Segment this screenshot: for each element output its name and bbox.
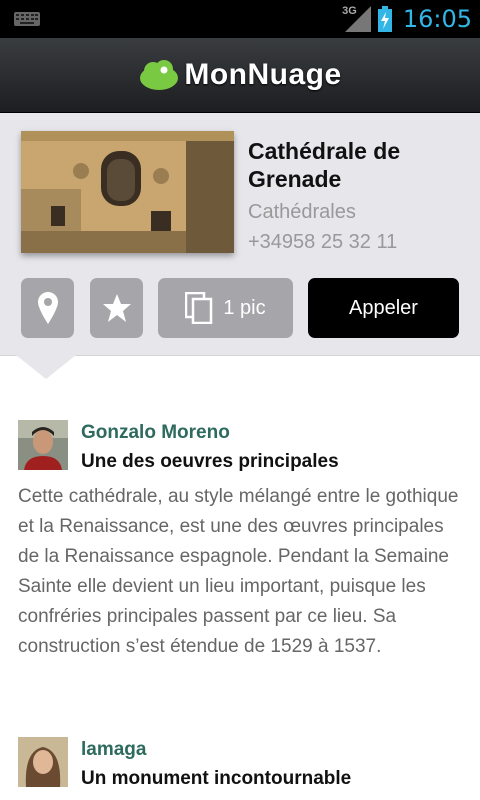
avatar[interactable] [18, 737, 68, 787]
app-header: MonNuage [0, 38, 480, 113]
review-title: Une des oeuvres principales [81, 451, 339, 472]
star-icon [102, 294, 131, 322]
user-avatar-image [18, 737, 68, 787]
place-category: Cathédrales [248, 201, 356, 223]
app-logo[interactable]: MonNuage [138, 58, 341, 92]
review-title: Un monument incontournable [81, 768, 352, 789]
favorite-button[interactable] [90, 278, 143, 338]
call-button[interactable]: Appeler [308, 278, 459, 338]
review-item: lamaga Un monument incontournable [18, 737, 462, 800]
map-button[interactable] [21, 278, 74, 338]
copy-images-icon [185, 292, 213, 324]
place-phone: +34958 25 32 11 [248, 231, 398, 253]
pictures-count: 1 pic [223, 296, 266, 319]
place-photo[interactable] [21, 131, 234, 253]
keyboard-icon [14, 12, 40, 26]
review-author[interactable]: Gonzalo Moreno [81, 422, 230, 444]
location-pin-icon [37, 292, 58, 324]
battery-charging-icon [377, 6, 392, 32]
cloud-logo-icon [140, 60, 179, 90]
app-name: MonNuage [184, 58, 342, 91]
status-bar: 3G 16:05 [0, 0, 480, 38]
user-avatar-image [18, 420, 68, 470]
avatar[interactable] [18, 420, 68, 470]
place-name: Cathédrale de Grenade [248, 138, 401, 192]
card-pointer [16, 355, 76, 379]
place-card: Cathédrale de Grenade Cathédrales +34958… [0, 113, 480, 355]
clock: 16:05 [402, 5, 472, 33]
review-body: Cette cathédrale, au style mélangé entre… [18, 486, 459, 657]
network-type: 3G [342, 5, 357, 17]
review-author[interactable]: lamaga [81, 739, 146, 761]
review-item: Gonzalo Moreno Une des oeuvres principal… [18, 420, 462, 700]
cathedral-photo-image [21, 131, 234, 253]
pictures-button[interactable]: 1 pic [158, 278, 293, 338]
